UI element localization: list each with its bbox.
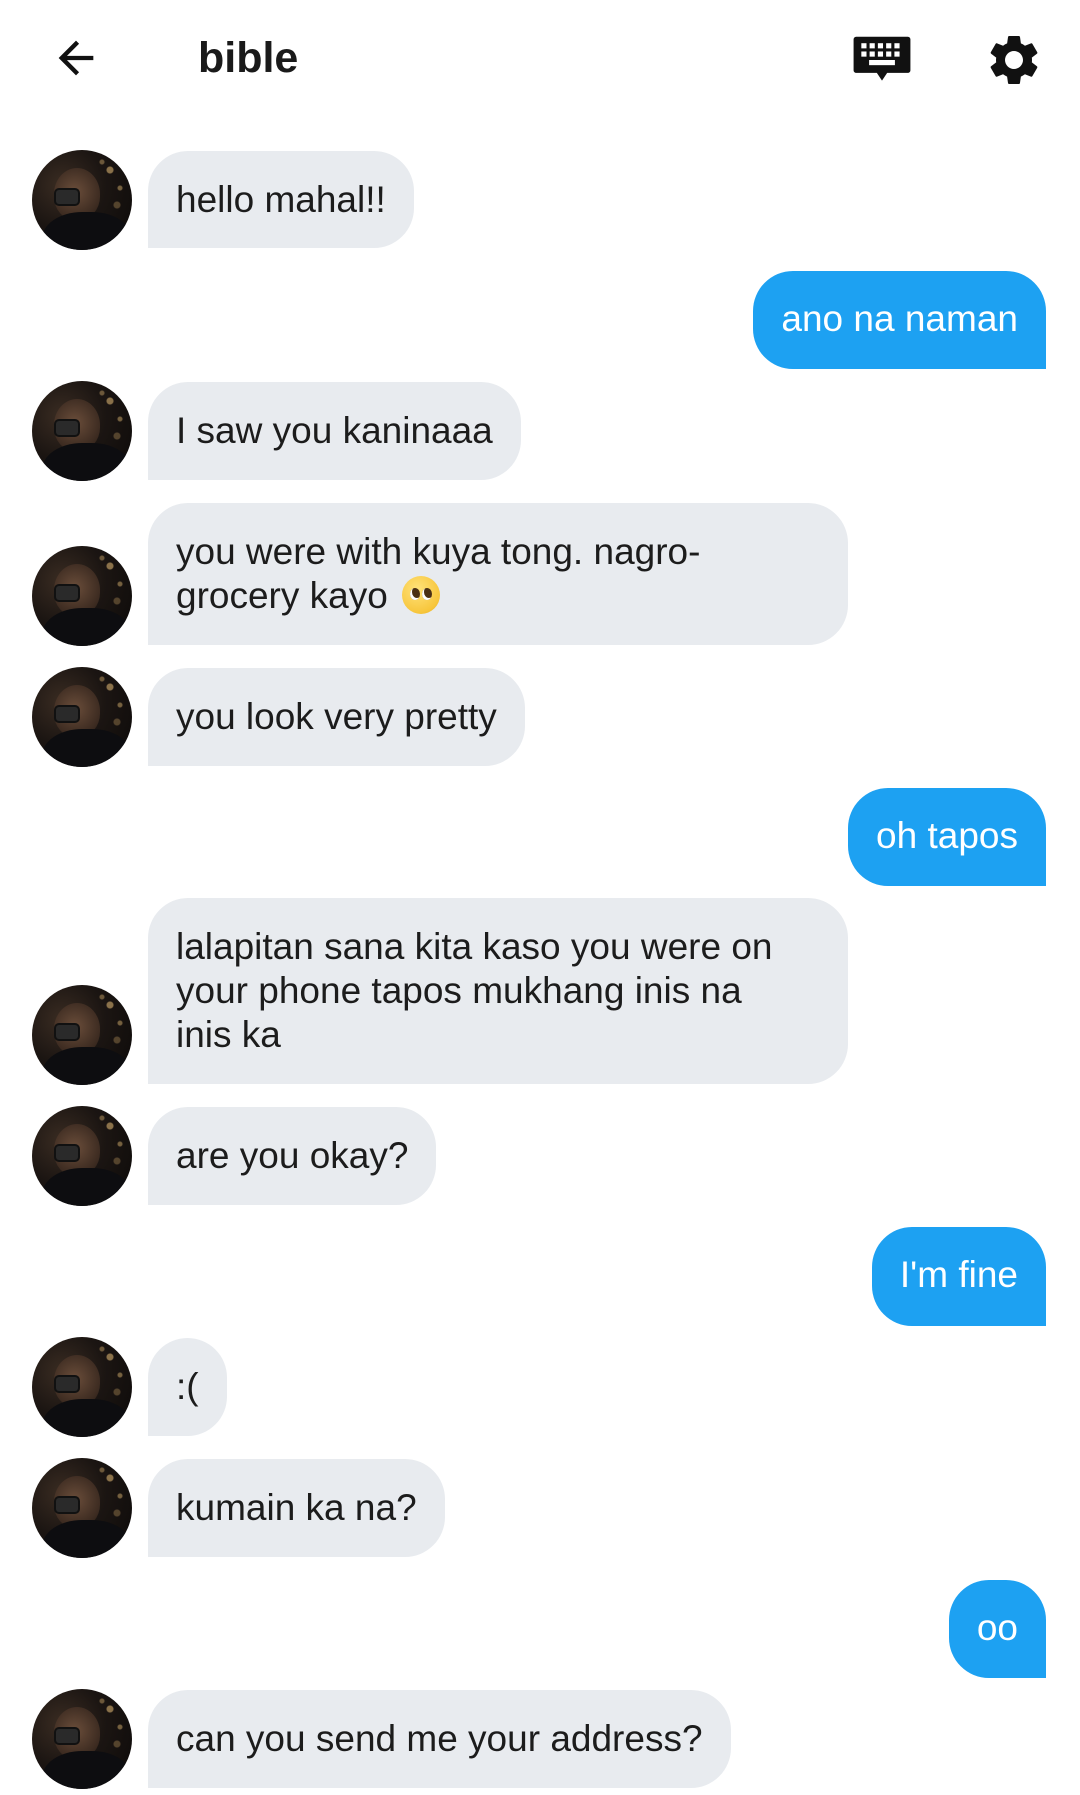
avatar[interactable] [32,1106,132,1206]
back-button[interactable] [40,22,112,94]
chat-screen: bible hello mahal!! ano na naman I saw y… [0,0,1080,1795]
gear-icon [990,35,1038,84]
pleading-face-emoji [402,576,441,614]
outgoing-message[interactable]: oo [948,1580,1046,1678]
chat-header: bible [0,0,1080,118]
avatar[interactable] [32,546,132,646]
avatar[interactable] [32,381,132,481]
avatar[interactable] [32,1337,132,1437]
incoming-message[interactable]: you look very pretty [148,668,525,766]
settings-button[interactable] [978,24,1050,96]
avatar[interactable] [32,985,132,1085]
keyboard-button[interactable] [846,26,918,94]
incoming-message[interactable]: you were with kuya tong. nagro- grocery … [148,503,848,645]
outgoing-message[interactable]: ano na naman [753,271,1046,369]
incoming-message[interactable]: lalapitan sana kita kaso you were on you… [148,898,848,1084]
incoming-message[interactable]: hello mahal!! [148,151,414,248]
outgoing-message[interactable]: oh tapos [848,788,1046,886]
avatar[interactable] [32,1458,132,1558]
avatar[interactable] [32,1689,132,1789]
incoming-message[interactable]: I saw you kaninaaa [148,382,521,480]
incoming-message[interactable]: kumain ka na? [148,1459,445,1557]
avatar[interactable] [32,150,132,250]
arrow-left-icon [58,40,94,76]
incoming-message[interactable]: :( [148,1338,227,1436]
outgoing-message[interactable]: I'm fine [871,1227,1046,1326]
incoming-message[interactable]: can you send me your address? [148,1690,731,1788]
message-text: you were with kuya tong. nagro- grocery … [176,531,701,616]
incoming-message[interactable]: are you okay? [148,1107,437,1205]
chat-title: bible [198,34,299,82]
avatar[interactable] [32,667,132,767]
keyboard-icon [853,36,911,81]
